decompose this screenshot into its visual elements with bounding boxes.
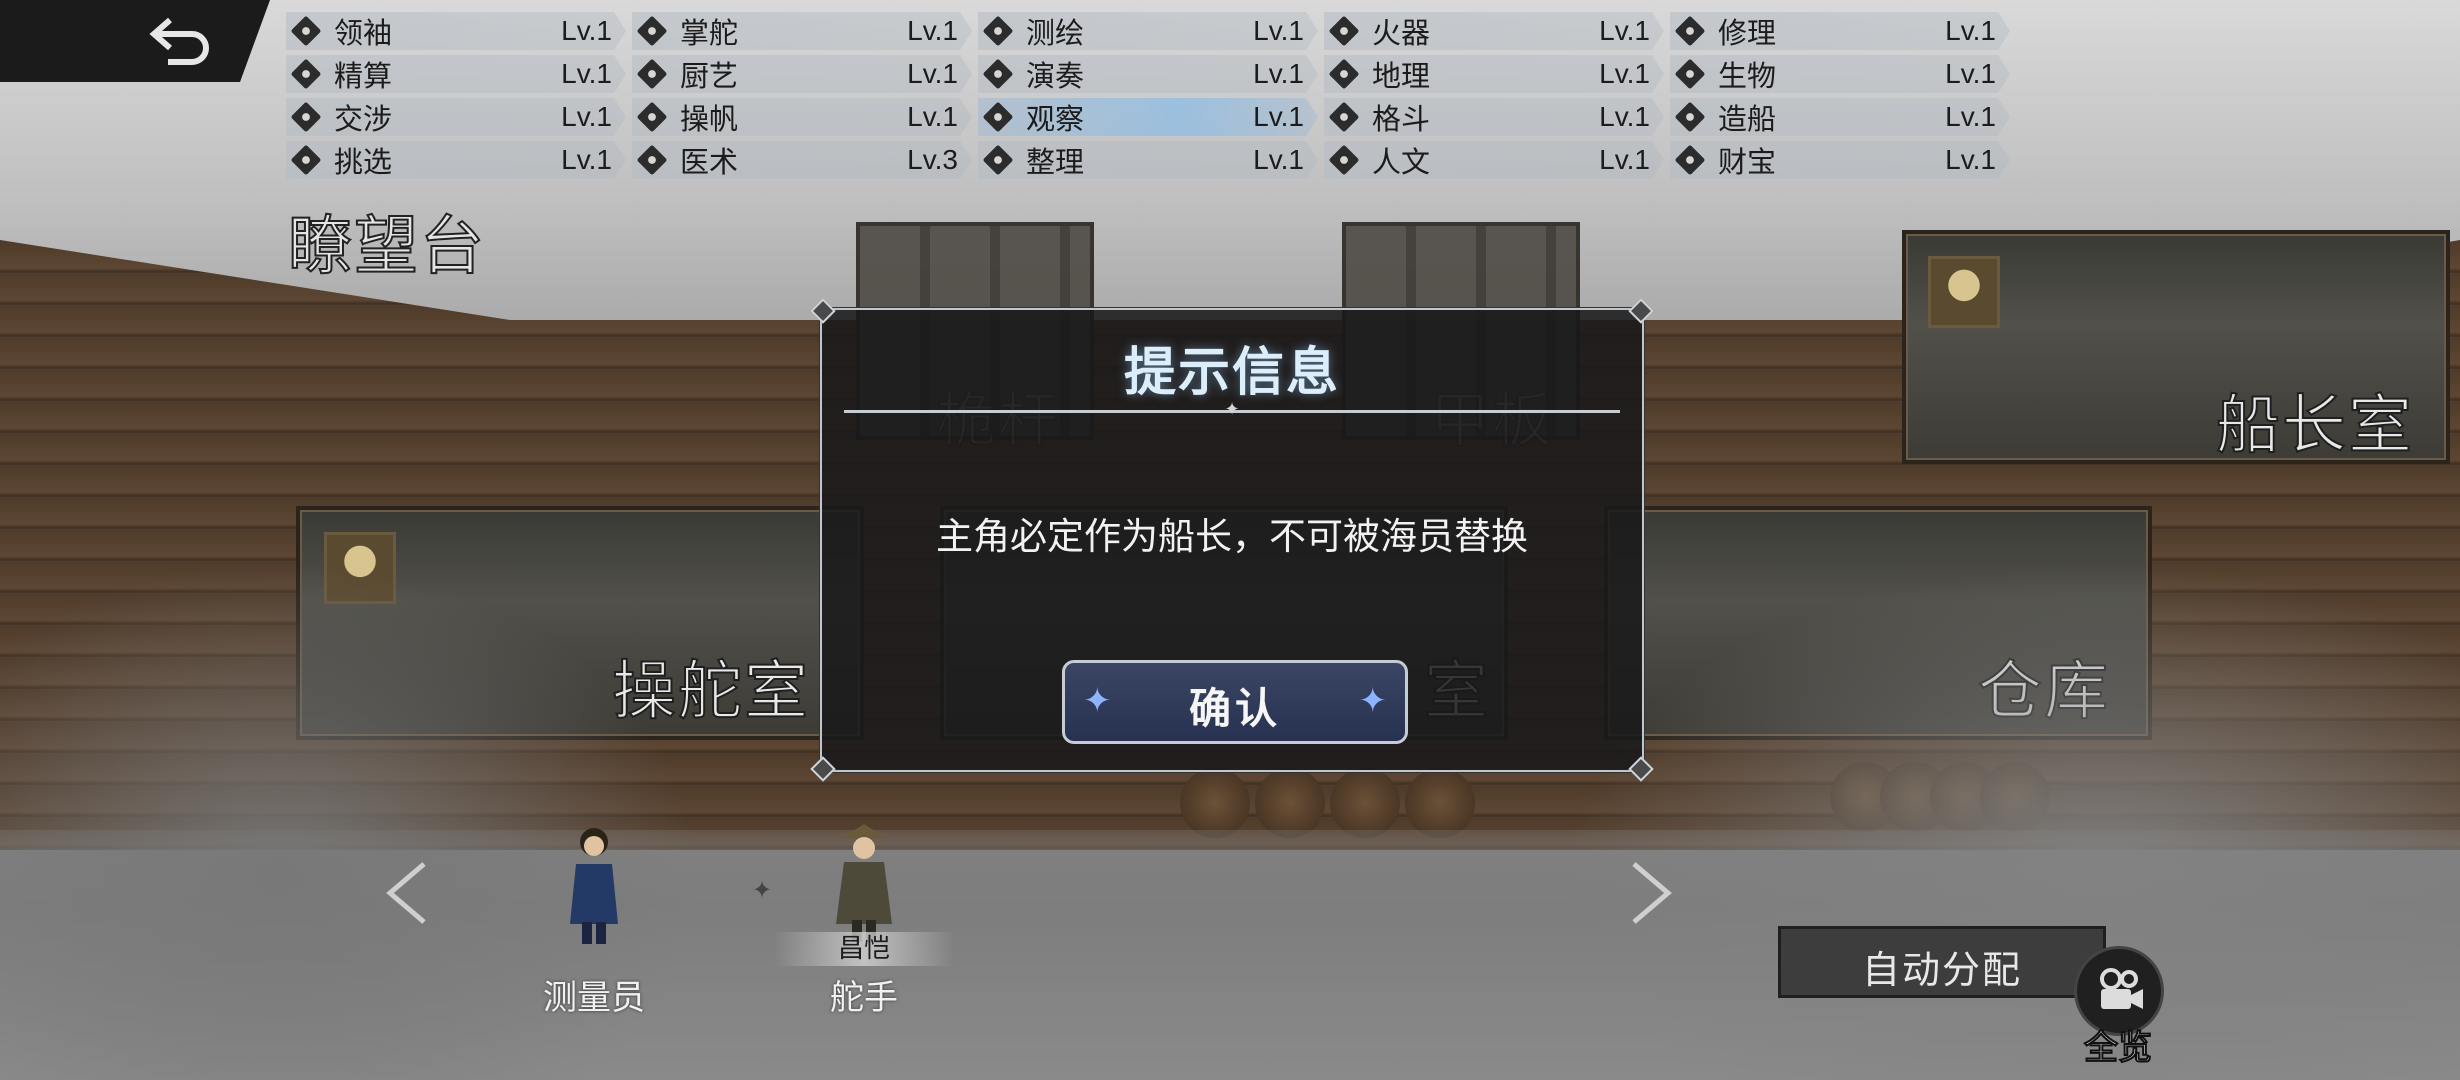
divider-ornament-icon: ✦	[1224, 399, 1240, 420]
info-dialog: 提示信息 ✦ 主角必定作为船长，不可被海员替换 ✦ 确认 ✦	[810, 298, 1654, 782]
dialog-title: 提示信息	[1123, 343, 1340, 403]
confirm-button[interactable]: ✦ 确认 ✦	[1062, 660, 1408, 744]
dialog-message: 主角必定作为船长，不可被海员替换	[936, 515, 1528, 558]
sparkle-icon: ✦	[1358, 681, 1388, 721]
confirm-label: 确认	[1188, 684, 1281, 733]
